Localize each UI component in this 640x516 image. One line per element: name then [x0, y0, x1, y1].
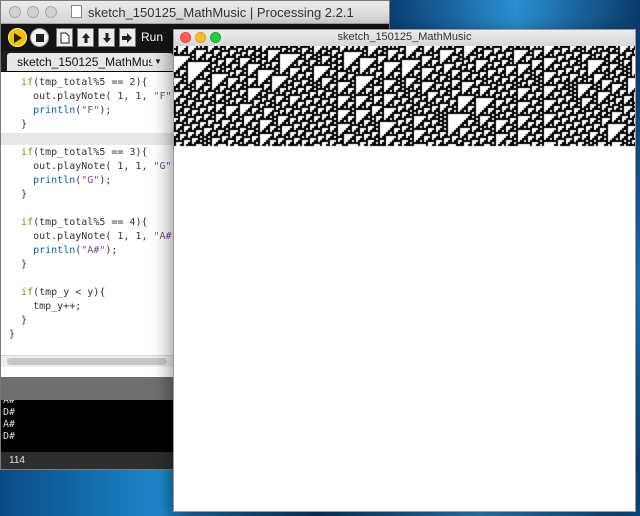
- stop-button[interactable]: [30, 28, 49, 47]
- cellular-automaton-canvas[interactable]: [174, 46, 635, 511]
- zoom-window-button[interactable]: [45, 6, 57, 18]
- code-line: if(tmp_total%5 == 3){: [21, 147, 148, 158]
- run-button[interactable]: [8, 28, 27, 47]
- code-line: println("A#");: [33, 245, 118, 256]
- export-arrow-icon: [122, 32, 132, 43]
- code-line: if(tmp_total%5 == 2){: [21, 77, 148, 88]
- code-line: }: [9, 315, 28, 326]
- code-line: }: [9, 119, 28, 130]
- code-line: out.playNote( 1, 1, "A#" );: [9, 231, 196, 242]
- code-line: out.playNote( 1, 1, "F" );: [9, 91, 190, 102]
- code-line: println("F");: [33, 105, 112, 116]
- export-button[interactable]: [119, 28, 136, 47]
- code-line: if(tmp_total%5 == 4){: [21, 217, 148, 228]
- console-line: D#: [3, 431, 16, 442]
- code-line: }: [9, 189, 28, 200]
- document-icon: [71, 5, 82, 18]
- code-line: if(tmp_y < y){: [21, 287, 106, 298]
- scrollbar-thumb[interactable]: [7, 358, 167, 365]
- open-sketch-button[interactable]: [77, 28, 94, 47]
- close-window-button[interactable]: [9, 6, 21, 18]
- chevron-down-icon: ▼: [154, 56, 162, 66]
- arrow-up-icon: [81, 32, 90, 43]
- new-sketch-button[interactable]: [56, 28, 73, 47]
- ide-titlebar[interactable]: sketch_150125_MathMusic | Processing 2.2…: [1, 1, 389, 24]
- new-file-icon: [60, 32, 69, 43]
- console-line: D#: [3, 407, 16, 418]
- tab-sketch-main[interactable]: sketch_150125_MathMusic: [7, 53, 174, 71]
- play-icon: [14, 32, 22, 43]
- sketch-window-title: sketch_150125_MathMusic: [337, 31, 472, 43]
- code-line: tmp_y++;: [9, 301, 82, 312]
- code-line: }: [9, 259, 28, 270]
- code-line: }: [9, 329, 16, 340]
- line-number: 114: [9, 455, 25, 466]
- sketch-output-window: sketch_150125_MathMusic: [173, 29, 636, 512]
- sketch-titlebar[interactable]: sketch_150125_MathMusic: [174, 30, 635, 47]
- code-line: println("G");: [33, 175, 112, 186]
- stop-icon: [35, 33, 44, 42]
- console-line: A#: [3, 419, 16, 430]
- console-line: A#: [3, 400, 16, 406]
- desktop-wallpaper-stripe: [390, 0, 640, 30]
- minimize-window-button[interactable]: [27, 6, 39, 18]
- ide-title-text: sketch_150125_MathMusic | Processing 2.2…: [88, 5, 354, 20]
- toolbar-hover-label: Run: [141, 30, 164, 44]
- arrow-down-icon: [102, 32, 111, 43]
- save-sketch-button[interactable]: [98, 28, 115, 47]
- code-line: out.playNote( 1, 1, "G" );: [9, 161, 190, 172]
- ide-window-title: sketch_150125_MathMusic | Processing 2.2…: [71, 5, 354, 20]
- tab-menu-button[interactable]: ▼: [151, 54, 165, 68]
